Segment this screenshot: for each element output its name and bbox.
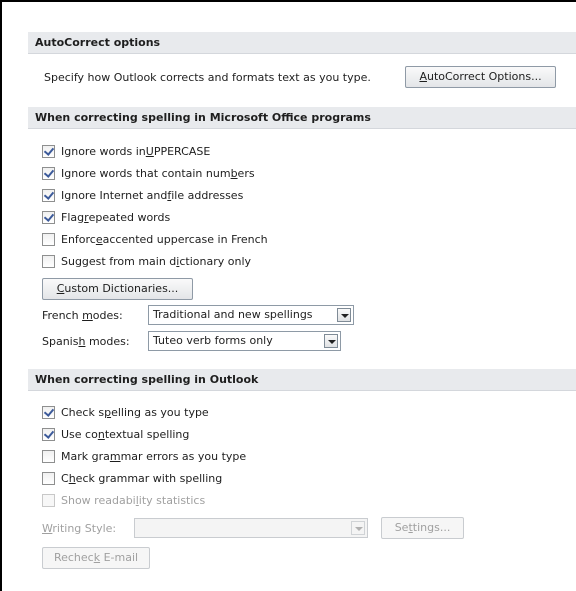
ignore-internet-addresses-checkbox[interactable]: Ignore Internet and f ile addresses [42, 187, 243, 203]
spanish-modes-label: Spanish modes: [42, 335, 130, 348]
enforce-accented-uppercase-checkbox[interactable]: Enforc e accented uppercase in French [42, 231, 268, 247]
french-modes-label: French modes: [42, 309, 123, 322]
chevron-down-icon[interactable] [337, 308, 351, 322]
french-modes-select[interactable]: Traditional and new spellings [148, 305, 354, 325]
custom-dictionaries-button[interactable]: Custom Dictionaries... [42, 278, 193, 300]
chevron-down-icon[interactable] [351, 521, 365, 535]
writing-style-label: Writing Style: [42, 522, 117, 535]
check-grammar-with-spelling-checkbox[interactable]: Ch eck grammar with spelling [42, 470, 222, 486]
checkbox-disabled-icon [42, 493, 55, 507]
checkbox-unchecked-icon [42, 471, 55, 485]
office-spelling-section-header: When correcting spelling in Microsoft Of… [28, 107, 576, 129]
checkbox-checked-icon [42, 144, 55, 158]
chevron-down-icon[interactable] [324, 334, 338, 348]
checkbox-checked-icon [42, 427, 55, 441]
check-spelling-as-you-type-checkbox[interactable]: Check s p elling as you type [42, 404, 209, 420]
settings-button[interactable]: Settings... [381, 517, 464, 539]
checkbox-checked-icon [42, 405, 55, 419]
checkbox-unchecked-icon [42, 254, 55, 268]
checkbox-checked-icon [42, 166, 55, 180]
outlook-spelling-section-header: When correcting spelling in Outlook [28, 369, 576, 391]
contextual-spelling-checkbox[interactable]: Use co n textual spelling [42, 426, 189, 442]
checkbox-checked-icon [42, 210, 55, 224]
spanish-modes-select[interactable]: Tuteo verb forms only [148, 331, 341, 351]
flag-repeated-words-checkbox[interactable]: Flag r epeated words [42, 209, 170, 225]
writing-style-select[interactable] [134, 518, 368, 538]
suggest-main-dictionary-checkbox[interactable]: Suggest from main d i ctionary only [42, 253, 251, 269]
checkbox-checked-icon [42, 188, 55, 202]
ignore-uppercase-checkbox[interactable]: Ignore words in U PPERCASE [42, 143, 210, 159]
checkbox-unchecked-icon [42, 232, 55, 246]
autocorrect-options-button[interactable]: AutoCorrect Options... [405, 66, 556, 88]
recheck-email-button[interactable]: Recheck E-mail [42, 547, 150, 569]
show-readability-statistics-checkbox[interactable]: Show readabi l ity statistics [42, 492, 205, 508]
mark-grammar-errors-checkbox[interactable]: Mark gra m mar errors as you type [42, 448, 246, 464]
autocorrect-description: Specify how Outlook corrects and formats… [44, 71, 371, 84]
checkbox-unchecked-icon [42, 449, 55, 463]
autocorrect-section-header: AutoCorrect options [28, 32, 576, 54]
ignore-numbers-checkbox[interactable]: Ignore words that contain num b ers [42, 165, 255, 181]
